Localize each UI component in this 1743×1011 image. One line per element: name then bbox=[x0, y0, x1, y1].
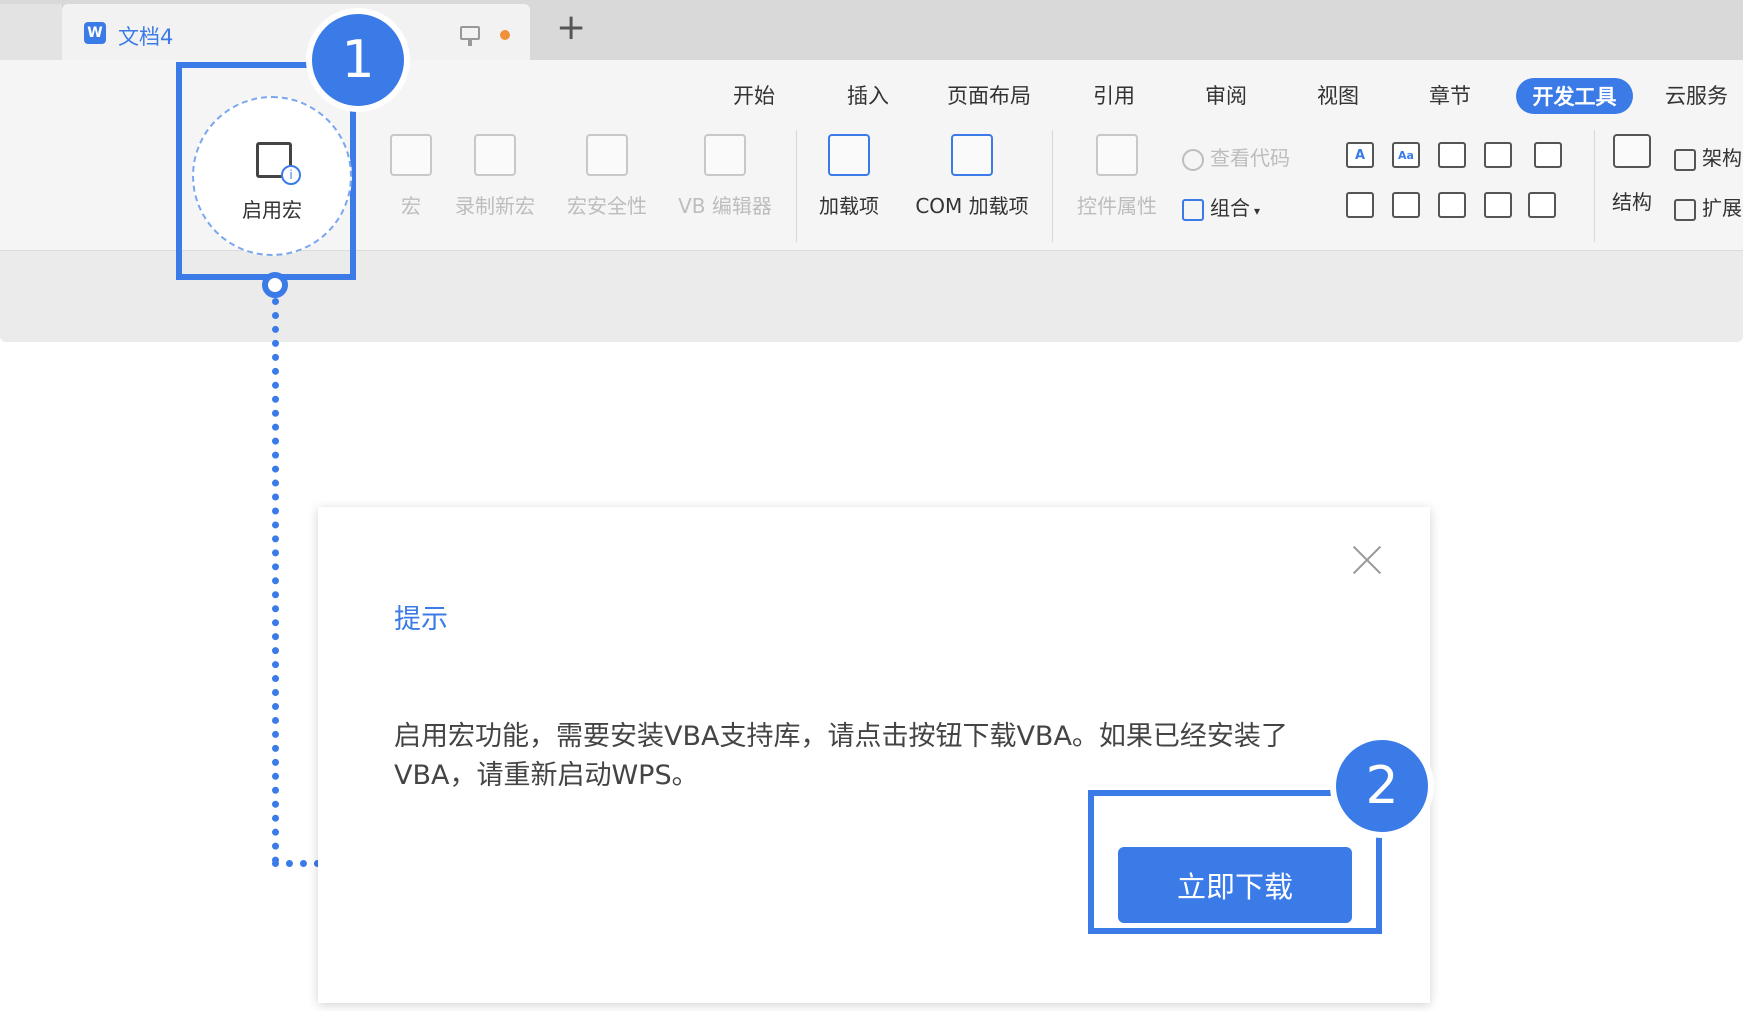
menu-review[interactable]: 审阅 bbox=[1205, 80, 1247, 110]
combo-box-control-icon[interactable] bbox=[1346, 192, 1374, 218]
ribbon-separator bbox=[796, 130, 797, 242]
new-tab-button[interactable]: + bbox=[556, 10, 586, 46]
ribbon-separator bbox=[1594, 130, 1595, 242]
chevron-down-icon: ▾ bbox=[1254, 204, 1261, 218]
view-code-icon bbox=[1182, 148, 1204, 171]
date-picker-control-icon[interactable] bbox=[1438, 192, 1466, 218]
dialog-title: 提示 bbox=[394, 604, 448, 635]
vb-editor-icon bbox=[704, 134, 746, 176]
dropdown-list-control-icon[interactable] bbox=[1392, 192, 1420, 218]
record-macro-tool[interactable]: 录制新宏 bbox=[448, 134, 542, 219]
structure-tool[interactable]: 结构 bbox=[1604, 134, 1660, 215]
structure-icon bbox=[1613, 134, 1651, 168]
macro-security-label: 宏安全性 bbox=[567, 194, 647, 218]
menu-page-layout[interactable]: 页面布局 bbox=[947, 80, 1031, 110]
tab-left-stub[interactable] bbox=[0, 4, 63, 60]
macro-security-tool[interactable]: 宏安全性 bbox=[562, 134, 652, 219]
extend-button[interactable]: 扩展 bbox=[1674, 192, 1742, 221]
macro-icon bbox=[390, 134, 432, 176]
checkbox-control-icon[interactable] bbox=[1534, 142, 1562, 168]
connector-start-dot bbox=[262, 272, 288, 298]
menu-chapter[interactable]: 章节 bbox=[1429, 80, 1471, 110]
macro-label: 宏 bbox=[401, 194, 421, 218]
add-ins-gear-icon bbox=[828, 134, 870, 176]
plain-text-control-icon[interactable]: A bbox=[1346, 142, 1374, 168]
word-doc-icon: W bbox=[84, 22, 106, 44]
repeating-section-control-icon[interactable] bbox=[1484, 192, 1512, 218]
unsaved-indicator-dot bbox=[500, 30, 510, 40]
menu-start[interactable]: 开始 bbox=[733, 80, 775, 110]
control-properties-tool[interactable]: 控件属性 bbox=[1068, 134, 1166, 219]
step-2-badge: 2 bbox=[1330, 734, 1434, 838]
add-ins-tool[interactable]: 加载项 bbox=[812, 134, 886, 219]
extend-label: 扩展 bbox=[1702, 196, 1742, 220]
legacy-tools-icon[interactable] bbox=[1528, 192, 1556, 218]
macro-security-icon bbox=[586, 134, 628, 176]
com-add-ins-label: COM 加载项 bbox=[915, 194, 1029, 218]
view-code-button[interactable]: 查看代码 bbox=[1182, 142, 1290, 171]
enable-macro-icon bbox=[256, 142, 301, 185]
menu-references[interactable]: 引用 bbox=[1093, 80, 1135, 110]
building-block-control-icon[interactable] bbox=[1484, 142, 1512, 168]
document-tab-title: 文档4 bbox=[118, 25, 174, 49]
control-properties-label: 控件属性 bbox=[1077, 194, 1157, 218]
menu-cloud-service[interactable]: 云服务 bbox=[1665, 80, 1728, 110]
record-macro-icon bbox=[474, 134, 516, 176]
menu-developer-tools[interactable]: 开发工具 bbox=[1516, 78, 1633, 114]
enable-macro-label: 启用宏 bbox=[242, 198, 302, 222]
group-label: 组合 bbox=[1210, 196, 1250, 220]
view-code-label: 查看代码 bbox=[1210, 146, 1290, 170]
control-properties-icon bbox=[1096, 134, 1138, 176]
rich-text-control-icon[interactable]: Aa bbox=[1392, 142, 1420, 168]
framework-label: 架构 bbox=[1702, 146, 1742, 170]
framework-icon bbox=[1674, 148, 1696, 171]
menu-view[interactable]: 视图 bbox=[1317, 80, 1359, 110]
vb-editor-label: VB 编辑器 bbox=[678, 194, 772, 218]
menu-insert[interactable]: 插入 bbox=[847, 80, 889, 110]
add-ins-label: 加载项 bbox=[819, 194, 879, 218]
dialog-message: 启用宏功能，需要安装VBA支持库，请点击按钮下载VBA。如果已经安装了VBA，请… bbox=[394, 721, 1288, 791]
vb-editor-tool[interactable]: VB 编辑器 bbox=[670, 134, 780, 219]
framework-button[interactable]: 架构 bbox=[1674, 142, 1742, 171]
enable-macro-button[interactable]: 启用宏 bbox=[192, 96, 352, 256]
ribbon-separator bbox=[1052, 130, 1053, 242]
macro-tool[interactable]: 宏 bbox=[386, 134, 436, 219]
step-1-badge: 1 bbox=[306, 8, 410, 112]
screen-icon[interactable] bbox=[460, 26, 480, 46]
extend-icon bbox=[1674, 198, 1696, 221]
document-tab[interactable]: W 文档4 bbox=[62, 4, 530, 60]
group-icon bbox=[1182, 198, 1204, 221]
close-icon[interactable] bbox=[1350, 543, 1384, 577]
tab-bar: W 文档4 + bbox=[0, 0, 1743, 60]
structure-label: 结构 bbox=[1612, 190, 1652, 214]
com-add-ins-tool[interactable]: COM 加载项 bbox=[900, 134, 1044, 219]
com-add-ins-icon bbox=[951, 134, 993, 176]
connector-line-vertical bbox=[272, 298, 279, 864]
picture-control-icon[interactable] bbox=[1438, 142, 1466, 168]
record-macro-label: 录制新宏 bbox=[455, 194, 535, 218]
group-dropdown[interactable]: 组合 ▾ bbox=[1182, 192, 1260, 221]
